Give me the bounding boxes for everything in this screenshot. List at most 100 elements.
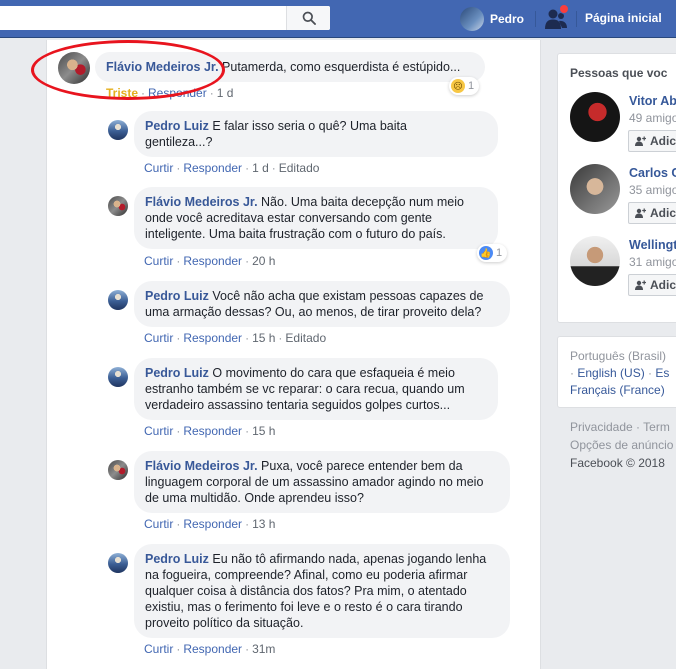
suggestion-item: Wellingt 31 amigo Adic bbox=[570, 236, 676, 296]
language-links: · English (US) · Es bbox=[570, 366, 670, 380]
timestamp: 1 d bbox=[216, 86, 234, 100]
comment-bubble: Pedro Luiz O movimento do cara que esfaq… bbox=[134, 358, 498, 420]
avatar[interactable] bbox=[108, 460, 128, 480]
profile-link[interactable]: Pedro bbox=[460, 7, 524, 31]
language-french[interactable]: Français (France) bbox=[570, 383, 665, 397]
comment-text: Não. Uma baita decepção num meio bbox=[261, 195, 464, 209]
timestamp: 31m bbox=[252, 642, 276, 656]
avatar[interactable] bbox=[108, 553, 128, 573]
reply-link[interactable]: Responder bbox=[183, 642, 242, 656]
timestamp: 20 h bbox=[252, 254, 276, 268]
avatar[interactable] bbox=[108, 367, 128, 387]
comment-bubble: Flávio Medeiros Jr. Não. Uma baita decep… bbox=[134, 187, 498, 249]
timestamp: 13 h bbox=[252, 517, 276, 531]
reply-link[interactable]: Responder bbox=[183, 254, 242, 268]
add-friend-icon bbox=[635, 280, 646, 290]
reply-link[interactable]: Responder bbox=[183, 517, 242, 531]
reaction-label[interactable]: Triste bbox=[106, 86, 138, 100]
avatar[interactable] bbox=[58, 52, 90, 84]
like-link[interactable]: Curtir bbox=[144, 254, 173, 268]
comment-author[interactable]: Pedro Luiz bbox=[145, 289, 209, 303]
suggestion-item: Carlos C 35 amigo Adic bbox=[570, 164, 676, 224]
search-input[interactable] bbox=[0, 6, 330, 30]
divider bbox=[576, 11, 577, 27]
reaction-count[interactable]: 👍 1 bbox=[477, 244, 508, 262]
comment-text: qualquer coisa à distância dos fatos? Pr… bbox=[145, 584, 467, 598]
language-english[interactable]: English (US) bbox=[577, 366, 644, 380]
add-friend-button[interactable]: Adic bbox=[628, 274, 676, 296]
suggestion-item: Vitor Ab 49 amigo Adic bbox=[570, 92, 676, 152]
timestamp: 1 d bbox=[252, 161, 269, 175]
language-card: Português (Brasil) · English (US) · Es F… bbox=[557, 336, 676, 408]
edited-label: Editado bbox=[285, 331, 327, 345]
like-link[interactable]: Curtir bbox=[144, 642, 173, 656]
comment-text: inteligente. Uma baita frustração com o … bbox=[145, 227, 446, 241]
add-friend-button[interactable]: Adic bbox=[628, 202, 676, 224]
top-navigation-bar: Pedro Página inicial bbox=[0, 0, 676, 38]
reply-link[interactable]: Responder bbox=[183, 424, 242, 438]
comment-bubble: Pedro Luiz Eu não tô afirmando nada, ape… bbox=[134, 544, 510, 638]
add-friend-icon bbox=[635, 136, 646, 146]
comment-author[interactable]: Pedro Luiz bbox=[145, 119, 209, 133]
comment-actions: Curtir · Responder · 1 d · Editado bbox=[144, 161, 320, 175]
comment-actions: Curtir · Responder · 20 h bbox=[144, 254, 276, 268]
reaction-count[interactable]: ☹ 1 bbox=[449, 77, 480, 95]
avatar[interactable] bbox=[108, 120, 128, 140]
avatar[interactable] bbox=[108, 290, 128, 310]
suggestion-name[interactable]: Carlos C bbox=[629, 166, 676, 180]
comment-bubble: Flávio Medeiros Jr. Putamerda, como esqu… bbox=[95, 52, 485, 82]
people-you-may-know-card: Pessoas que voc Vitor Ab 49 amigo Adic C… bbox=[557, 53, 676, 323]
avatar bbox=[460, 7, 484, 31]
reply-link[interactable]: Responder bbox=[183, 161, 242, 175]
search-button[interactable] bbox=[286, 6, 330, 30]
add-friend-button[interactable]: Adic bbox=[628, 130, 676, 152]
like-link[interactable]: Curtir bbox=[144, 331, 173, 345]
reply-link[interactable]: Responder bbox=[183, 331, 242, 345]
comment-actions: Curtir · Responder · 15 h · Editado bbox=[144, 331, 327, 345]
divider bbox=[535, 11, 536, 27]
avatar[interactable] bbox=[570, 92, 620, 142]
card-title: Pessoas que voc bbox=[570, 66, 668, 80]
home-link[interactable]: Página inicial bbox=[585, 11, 662, 25]
mutual-friends: 35 amigo bbox=[629, 183, 676, 197]
footer-links: Privacidade · Term bbox=[570, 420, 670, 434]
timestamp: 15 h bbox=[252, 331, 276, 345]
avatar[interactable] bbox=[570, 236, 620, 286]
like-link[interactable]: Curtir bbox=[144, 161, 173, 175]
comment-text: O movimento do cara que esfaqueia é meio bbox=[212, 366, 455, 380]
mutual-friends: 49 amigo bbox=[629, 111, 676, 125]
sad-reaction-icon: ☹ bbox=[451, 79, 465, 93]
reaction-number: 1 bbox=[468, 80, 475, 92]
current-language: Português (Brasil) bbox=[570, 349, 667, 363]
comment-text: linguagem corporal de um assassino amado… bbox=[145, 475, 484, 489]
avatar[interactable] bbox=[108, 196, 128, 216]
like-reaction-icon: 👍 bbox=[479, 246, 493, 260]
suggestion-name[interactable]: Wellingt bbox=[629, 238, 676, 252]
reply-link[interactable]: Responder bbox=[148, 86, 207, 100]
comment-author[interactable]: Flávio Medeiros Jr. bbox=[145, 195, 258, 209]
add-friend-label: Adic bbox=[650, 134, 676, 148]
profile-name: Pedro bbox=[490, 12, 525, 26]
comment-text: verdadeiro assassino tentaria seguidos g… bbox=[145, 398, 451, 412]
privacy-link[interactable]: Privacidade bbox=[570, 420, 633, 434]
comment-text: Eu não tô afirmando nada, apenas jogando… bbox=[212, 552, 487, 566]
terms-link[interactable]: Term bbox=[643, 420, 670, 434]
like-link[interactable]: Curtir bbox=[144, 424, 173, 438]
suggestion-name[interactable]: Vitor Ab bbox=[629, 94, 676, 108]
like-link[interactable]: Curtir bbox=[144, 517, 173, 531]
reaction-number: 1 bbox=[496, 247, 503, 259]
add-friend-icon bbox=[635, 208, 646, 218]
comment-text: proveito político da situação. bbox=[145, 616, 304, 630]
comment-author[interactable]: Pedro Luiz bbox=[145, 366, 209, 380]
add-friend-label: Adic bbox=[650, 206, 676, 220]
language-spanish[interactable]: Es bbox=[655, 366, 669, 380]
comment-author[interactable]: Flávio Medeiros Jr. bbox=[145, 459, 258, 473]
comment-author[interactable]: Flávio Medeiros Jr. bbox=[106, 60, 219, 74]
copyright: Facebook © 2018 bbox=[570, 456, 665, 470]
comment-bubble: Pedro Luiz Você não acha que existam pes… bbox=[134, 281, 510, 327]
avatar[interactable] bbox=[570, 164, 620, 214]
ad-choices-link[interactable]: Opções de anúncio bbox=[570, 438, 673, 452]
comment-text: Putamerda, como esquerdista é estúpido..… bbox=[222, 60, 461, 74]
comment-author[interactable]: Pedro Luiz bbox=[145, 552, 209, 566]
timestamp: 15 h bbox=[252, 424, 276, 438]
